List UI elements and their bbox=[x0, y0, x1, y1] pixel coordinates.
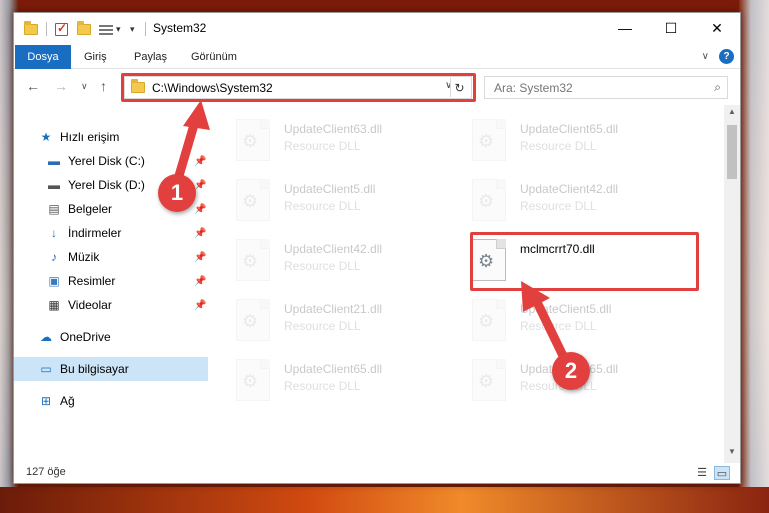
file-item[interactable]: ⚙ UpdateClient21.dll Resource DLL bbox=[210, 293, 430, 345]
nav-item-quick-access[interactable]: ★ Hızlı erişim bbox=[14, 125, 208, 149]
music-icon: ♪ bbox=[51, 250, 57, 264]
highlight-box-address bbox=[121, 73, 476, 102]
pin-icon[interactable]: 📌 bbox=[194, 180, 206, 191]
explorer-window: ▾ ▾ System32 — ☐ ✕ Dosya Giriş Paylaş Gö… bbox=[13, 12, 741, 484]
drive-icon: ▬ bbox=[48, 178, 60, 192]
search-input[interactable] bbox=[494, 81, 694, 95]
pin-icon[interactable]: 📌 bbox=[194, 276, 206, 287]
dll-file-icon: ⚙ bbox=[472, 179, 506, 221]
network-icon: ⊞ bbox=[40, 394, 52, 408]
gear-icon: ⚙ bbox=[242, 371, 259, 391]
pictures-icon: ▣ bbox=[48, 274, 60, 288]
file-item[interactable]: ⚙ UpdateClient42.dll Resource DLL bbox=[210, 233, 430, 285]
nav-item-pictures[interactable]: ▣ Resimler 📌 bbox=[14, 269, 208, 293]
file-item[interactable]: ⚙ UpdateClient42.dll Resource DLL bbox=[446, 173, 666, 225]
nav-item-onedrive[interactable]: ☁ OneDrive bbox=[14, 325, 208, 349]
vertical-scrollbar[interactable]: ▲ ▼ bbox=[724, 105, 740, 463]
gear-icon: ⚙ bbox=[478, 371, 495, 391]
scroll-up-icon[interactable]: ▲ bbox=[724, 107, 740, 121]
quick-access-toolbar bbox=[24, 20, 38, 37]
new-folder-icon[interactable] bbox=[77, 20, 91, 35]
tab-file[interactable]: Dosya bbox=[15, 45, 71, 69]
up-arrow-icon[interactable]: ↑ bbox=[100, 78, 107, 94]
customize-dropdown-icon[interactable]: ▾ bbox=[116, 24, 121, 35]
gear-icon: ⚙ bbox=[478, 131, 495, 151]
title-bar: ▾ ▾ System32 — ☐ ✕ bbox=[14, 13, 740, 45]
close-button[interactable]: ✕ bbox=[694, 13, 740, 43]
tab-home[interactable]: Giriş bbox=[84, 45, 107, 69]
nav-item-music[interactable]: ♪ Müzik 📌 bbox=[14, 245, 208, 269]
expand-ribbon-icon[interactable]: ∨ bbox=[702, 51, 709, 62]
file-item[interactable]: ⚙ UpdateClient65.dll Resource DLL bbox=[446, 113, 666, 165]
ribbon-tabs: Dosya Giriş Paylaş Görünüm ∨ ? bbox=[14, 45, 740, 69]
computer-icon: ▭ bbox=[40, 362, 52, 376]
properties-check-icon[interactable] bbox=[55, 21, 68, 36]
customize-toolbar-icon[interactable]: ▾ bbox=[130, 24, 135, 35]
status-bar: 127 öğe ☰ ▭ bbox=[14, 463, 740, 483]
title-divider bbox=[145, 22, 146, 36]
tab-view[interactable]: Görünüm bbox=[191, 45, 237, 69]
details-view-icon[interactable]: ☰ bbox=[694, 466, 710, 480]
scroll-thumb[interactable] bbox=[727, 125, 737, 179]
nav-item-downloads[interactable]: ↓ İndirmeler 📌 bbox=[14, 221, 208, 245]
dll-file-icon: ⚙ bbox=[236, 119, 270, 161]
minimize-button[interactable]: — bbox=[602, 13, 648, 43]
dll-file-icon: ⚙ bbox=[236, 239, 270, 281]
navigation-pane: ★ Hızlı erişim ▬ Yerel Disk (C:) 📌 ▬ Yer… bbox=[14, 105, 210, 463]
pin-icon[interactable]: 📌 bbox=[194, 228, 206, 239]
ribbon-controls: ∨ ? bbox=[702, 49, 734, 64]
forward-arrow-icon[interactable]: → bbox=[54, 78, 68, 94]
nav-item-videos[interactable]: ▦ Videolar 📌 bbox=[14, 293, 208, 317]
download-icon: ↓ bbox=[51, 226, 57, 240]
drive-icon: ▬ bbox=[48, 154, 60, 168]
videos-icon: ▦ bbox=[48, 298, 60, 312]
file-item[interactable]: ⚙ UpdateClient65.dll Resource DLL bbox=[210, 353, 430, 405]
gear-icon: ⚙ bbox=[478, 191, 495, 211]
gear-icon: ⚙ bbox=[242, 131, 259, 151]
rename-icon[interactable] bbox=[99, 23, 113, 35]
folder-icon bbox=[24, 20, 38, 35]
cloud-icon: ☁ bbox=[40, 330, 52, 344]
recent-locations-icon[interactable]: ∨ bbox=[81, 81, 88, 92]
gear-icon: ⚙ bbox=[242, 311, 259, 331]
background-right bbox=[739, 0, 769, 513]
file-item[interactable]: ⚙ UpdateClient5.dll Resource DLL bbox=[446, 293, 666, 345]
pin-icon[interactable]: 📌 bbox=[194, 204, 206, 215]
highlight-box-file bbox=[470, 232, 699, 291]
dll-file-icon: ⚙ bbox=[472, 299, 506, 341]
address-row: ← → ∨ ↑ C:\Windows\System32 ∨ ↻ ⌕ bbox=[14, 70, 740, 104]
window-title: System32 bbox=[153, 21, 207, 35]
file-item[interactable]: ⚙ UpdateClient63.dll Resource DLL bbox=[210, 113, 430, 165]
documents-icon: ▤ bbox=[48, 202, 60, 216]
scroll-down-icon[interactable]: ▼ bbox=[724, 447, 740, 461]
pin-icon[interactable]: 📌 bbox=[194, 156, 206, 167]
gear-icon: ⚙ bbox=[242, 251, 259, 271]
help-icon[interactable]: ? bbox=[719, 49, 734, 64]
dll-file-icon: ⚙ bbox=[472, 119, 506, 161]
search-icon[interactable]: ⌕ bbox=[714, 80, 721, 95]
toolbar-divider bbox=[46, 22, 47, 36]
dll-file-icon: ⚙ bbox=[236, 179, 270, 221]
search-box[interactable]: ⌕ bbox=[484, 76, 728, 99]
nav-item-this-pc[interactable]: ▭ Bu bilgisayar bbox=[14, 357, 208, 381]
pin-icon[interactable]: 📌 bbox=[194, 252, 206, 263]
back-arrow-icon[interactable]: ← bbox=[26, 78, 40, 94]
background-bottom bbox=[0, 487, 769, 513]
item-count: 127 öğe bbox=[26, 466, 66, 478]
dll-file-icon: ⚙ bbox=[472, 359, 506, 401]
gear-icon: ⚙ bbox=[478, 311, 495, 331]
step-badge-2: 2 bbox=[552, 352, 590, 390]
large-icons-view-icon[interactable]: ▭ bbox=[714, 466, 730, 480]
nav-item-disk-c[interactable]: ▬ Yerel Disk (C:) 📌 bbox=[14, 149, 208, 173]
dll-file-icon: ⚙ bbox=[236, 299, 270, 341]
file-item[interactable]: ⚙ UpdateClient5.dll Resource DLL bbox=[210, 173, 430, 225]
tab-share[interactable]: Paylaş bbox=[134, 45, 167, 69]
maximize-button[interactable]: ☐ bbox=[648, 13, 694, 43]
pin-icon[interactable]: 📌 bbox=[194, 300, 206, 311]
gear-icon: ⚙ bbox=[242, 191, 259, 211]
nav-item-network[interactable]: ⊞ Ağ bbox=[14, 389, 208, 413]
star-icon: ★ bbox=[40, 130, 52, 144]
step-badge-1: 1 bbox=[158, 174, 196, 212]
dll-file-icon: ⚙ bbox=[236, 359, 270, 401]
